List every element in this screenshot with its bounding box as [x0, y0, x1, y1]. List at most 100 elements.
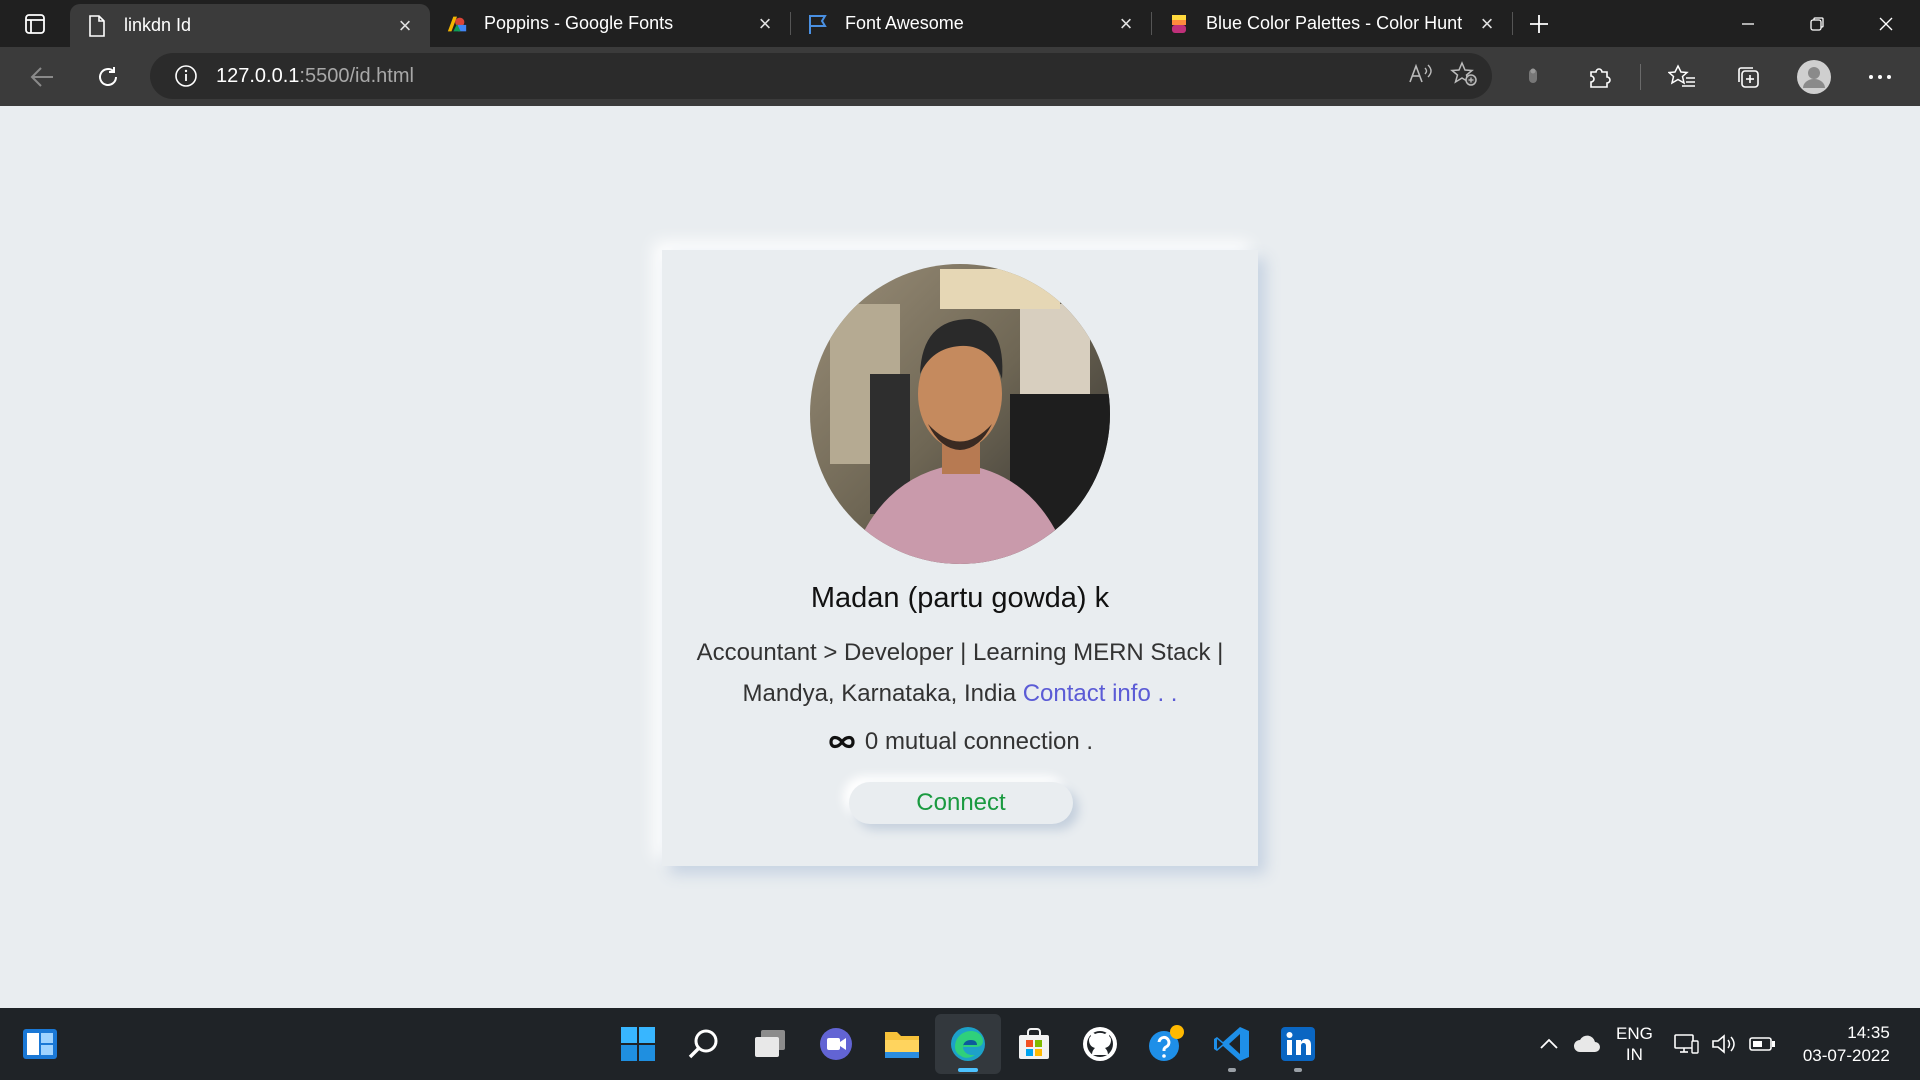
extensions-button[interactable]	[1566, 51, 1632, 103]
avatar-icon	[1797, 59, 1831, 94]
tab-actions-button[interactable]	[0, 0, 70, 47]
restore-icon	[1809, 16, 1824, 31]
favorites-icon	[1668, 63, 1695, 87]
close-tab-icon[interactable]: ×	[754, 11, 776, 36]
cloud-icon	[1574, 1035, 1600, 1052]
tab-title: linkdn Id	[124, 15, 192, 35]
page-viewport: Madan (partu gowda) k Accountant > Devel…	[0, 106, 1920, 1008]
add-favorite-button[interactable]	[1450, 60, 1478, 92]
connect-button[interactable]: Connect	[849, 782, 1073, 824]
vscode-icon	[1214, 1027, 1249, 1061]
file-explorer-button[interactable]	[869, 1014, 935, 1074]
close-tab-icon[interactable]: ×	[1115, 11, 1137, 36]
close-tab-icon[interactable]: ×	[1476, 11, 1498, 36]
refresh-icon	[99, 66, 117, 86]
read-aloud-icon	[1409, 63, 1432, 82]
mutual-connections-text: 0 mutual connection .	[864, 728, 1094, 755]
collections-button[interactable]	[1715, 51, 1781, 103]
profile-location-line: Mandya, Karnataka, India Contact info . …	[672, 673, 1248, 714]
vscode-button[interactable]	[1199, 1014, 1265, 1074]
close-icon	[1879, 17, 1892, 30]
language-code: ENG	[1616, 1024, 1653, 1043]
volume-icon[interactable]	[1705, 1033, 1743, 1055]
extension-pin-icon	[1529, 68, 1537, 83]
help-button[interactable]	[1133, 1014, 1199, 1074]
tab-linkdn-id[interactable]: linkdn Id ×	[70, 4, 430, 47]
info-icon[interactable]	[174, 64, 198, 88]
github-button[interactable]	[1067, 1014, 1133, 1074]
edge-button[interactable]	[935, 1014, 1001, 1074]
clock-date: 03-07-2022	[1802, 1046, 1890, 1065]
help-icon	[1149, 1025, 1184, 1061]
onedrive-button[interactable]	[1568, 1035, 1606, 1053]
tab-title: Font Awesome	[845, 13, 964, 33]
profile-name: Madan (partu gowda) k	[810, 582, 1110, 614]
toolbar-right	[1500, 47, 1913, 106]
back-button[interactable]	[9, 51, 75, 103]
store-icon	[1019, 1028, 1049, 1059]
show-hidden-icons-button[interactable]	[1530, 1038, 1568, 1050]
taskbar: ENG IN 14:35 03-07-2022	[0, 1008, 1920, 1080]
close-tab-icon[interactable]: ×	[394, 13, 416, 38]
google-fonts-icon	[446, 13, 468, 35]
url-host: 127.0.0.1	[216, 64, 300, 87]
tab-title: Blue Color Palettes - Color Hunt	[1206, 13, 1463, 33]
close-window-button[interactable]	[1851, 0, 1920, 47]
flag-icon	[807, 13, 829, 35]
running-indicator	[958, 1068, 978, 1072]
search-icon	[688, 1029, 718, 1059]
more-dots-icon	[1869, 74, 1891, 79]
chevron-up-icon	[1540, 1038, 1558, 1049]
minimize-button[interactable]	[1713, 0, 1782, 47]
language-indicator[interactable]: ENG IN	[1616, 1023, 1653, 1065]
clock[interactable]: 14:35 03-07-2022	[1803, 1021, 1890, 1067]
profile-location: Mandya, Karnataka, India	[742, 680, 1017, 707]
restore-button[interactable]	[1782, 0, 1851, 47]
tab-poppins-google-fonts[interactable]: Poppins - Google Fonts ×	[430, 0, 790, 47]
profile-headline-block: Accountant > Developer | Learning MERN S…	[672, 632, 1248, 714]
contact-info-link[interactable]: Contact info . .	[1023, 680, 1178, 707]
chat-icon	[820, 1028, 852, 1060]
browser-toolbar: 127.0.0.1:5500/id.html	[0, 47, 1920, 106]
url-text[interactable]: 127.0.0.1:5500/id.html	[216, 65, 414, 88]
file-explorer-icon	[885, 1032, 919, 1058]
address-bar[interactable]: 127.0.0.1:5500/id.html	[150, 53, 1492, 99]
plus-icon	[1530, 14, 1548, 33]
chat-button[interactable]	[803, 1014, 869, 1074]
read-aloud-button[interactable]	[1408, 62, 1434, 91]
tab-blue-color-palettes[interactable]: Blue Color Palettes - Color Hunt ×	[1152, 0, 1512, 47]
window-controls	[1713, 0, 1920, 47]
task-view-button[interactable]	[737, 1014, 803, 1074]
network-icon[interactable]	[1667, 1032, 1705, 1056]
page-icon	[86, 14, 108, 37]
tab-title: Poppins - Google Fonts	[484, 13, 674, 33]
running-indicator	[1294, 1068, 1302, 1072]
taskbar-apps	[605, 1008, 1331, 1080]
battery-icon[interactable]	[1743, 1036, 1781, 1052]
region-code: IN	[1625, 1045, 1643, 1064]
star-add-icon	[1450, 60, 1477, 86]
tab-font-awesome[interactable]: Font Awesome ×	[791, 0, 1151, 47]
mutual-connections: 0 mutual connection .	[662, 728, 1258, 756]
new-tab-button[interactable]	[1513, 0, 1565, 47]
start-button[interactable]	[605, 1014, 671, 1074]
favorites-button[interactable]	[1649, 51, 1715, 103]
refresh-button[interactable]	[75, 51, 141, 103]
search-button[interactable]	[671, 1014, 737, 1074]
clock-time: 14:35	[1847, 1023, 1890, 1042]
settings-more-button[interactable]	[1847, 51, 1913, 103]
tab-strip: linkdn Id × Poppins - Google Fonts × Fon…	[0, 0, 1920, 47]
running-indicator	[1228, 1068, 1236, 1072]
profile-photo	[810, 264, 1110, 564]
back-arrow-icon	[30, 66, 53, 87]
profile-button[interactable]	[1781, 51, 1847, 103]
task-view-icon	[755, 1030, 785, 1057]
profile-card: Madan (partu gowda) k Accountant > Devel…	[662, 250, 1258, 866]
linkedin-button[interactable]	[1265, 1014, 1331, 1074]
widgets-button[interactable]	[22, 1028, 58, 1065]
puzzle-icon	[1590, 67, 1611, 88]
store-button[interactable]	[1001, 1014, 1067, 1074]
linkedin-icon	[1281, 1027, 1315, 1061]
extension-button[interactable]	[1500, 51, 1566, 103]
edge-icon	[951, 1027, 985, 1061]
